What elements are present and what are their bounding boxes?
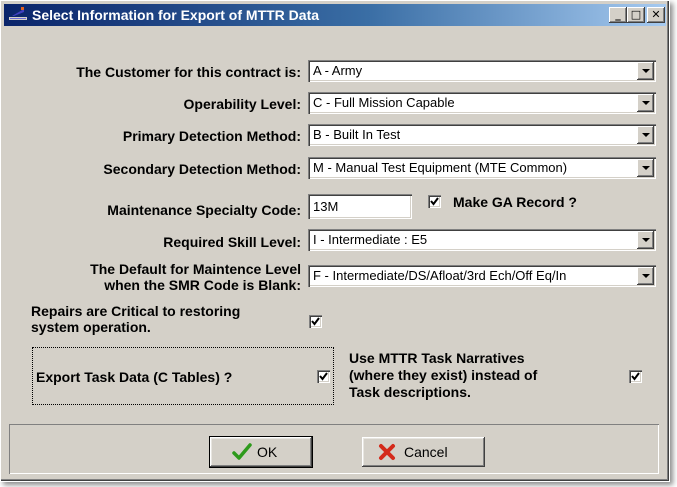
ok-button[interactable]: OK <box>209 436 313 468</box>
primary-detection-label: Primary Detection Method: <box>122 128 301 144</box>
secondary-detection-value: M - Manual Test Equipment (MTE Common) <box>313 160 568 175</box>
chevron-down-icon[interactable] <box>637 62 654 80</box>
chevron-down-icon[interactable] <box>637 159 654 177</box>
skill-level-label: Required Skill Level: <box>163 234 301 250</box>
use-narratives-label-line1: Use MTTR Task Narratives <box>349 350 525 366</box>
primary-detection-value: B - Built In Test <box>313 127 401 142</box>
minimize-button[interactable]: _ <box>609 7 627 23</box>
use-narratives-label-line3: Task descriptions. <box>349 384 471 400</box>
chevron-down-icon[interactable] <box>637 231 654 249</box>
operability-label: Operability Level: <box>183 96 301 112</box>
ok-label: OK <box>257 444 278 460</box>
customer-label: The Customer for this contract is: <box>76 64 301 80</box>
repairs-critical-label-line1: Repairs are Critical to restoring <box>31 303 241 319</box>
skill-level-value: I - Intermediate : E5 <box>313 232 428 247</box>
secondary-detection-label: Secondary Detection Method: <box>103 161 301 177</box>
window-title: Select Information for Export of MTTR Da… <box>32 7 320 23</box>
export-mttr-dialog: Select Information for Export of MTTR Da… <box>0 0 670 482</box>
button-panel <box>9 424 659 474</box>
repairs-critical-checkbox[interactable] <box>309 315 322 328</box>
red-x-icon <box>378 443 396 466</box>
title-bar[interactable]: Select Information for Export of MTTR Da… <box>4 4 666 26</box>
use-narratives-label-line2: (where they exist) instead of <box>349 367 538 383</box>
secondary-detection-select[interactable]: M - Manual Test Equipment (MTE Common) <box>308 157 656 179</box>
customer-select[interactable]: A - Army <box>308 60 656 82</box>
maximize-button[interactable]: □ <box>627 7 645 23</box>
checkmark-icon <box>319 372 328 381</box>
operability-select[interactable]: C - Full Mission Capable <box>308 92 656 114</box>
close-button[interactable]: ✕ <box>647 7 665 23</box>
export-task-label: Export Task Data (C Tables) ? <box>36 369 233 385</box>
primary-detection-select[interactable]: B - Built In Test <box>308 124 656 146</box>
checkmark-icon <box>232 443 252 466</box>
make-ga-checkbox[interactable] <box>428 195 441 208</box>
specialty-code-value: 13M <box>313 199 339 214</box>
checkmark-icon <box>631 372 640 381</box>
default-maint-select[interactable]: F - Intermediate/DS/Afloat/3rd Ech/Off E… <box>308 265 656 287</box>
chevron-down-icon[interactable] <box>637 126 654 144</box>
checkmark-icon <box>430 197 439 206</box>
checkmark-icon <box>311 317 320 326</box>
chevron-down-icon[interactable] <box>637 267 654 285</box>
skill-level-select[interactable]: I - Intermediate : E5 <box>308 229 656 251</box>
app-icon <box>9 7 27 23</box>
repairs-critical-label-line2: system operation. <box>31 319 151 335</box>
use-narratives-checkbox[interactable] <box>629 370 642 383</box>
default-maint-label-line1: The Default for Maintence Level <box>90 261 301 277</box>
default-maint-value: F - Intermediate/DS/Afloat/3rd Ech/Off E… <box>313 268 567 283</box>
specialty-code-label: Maintenance Specialty Code: <box>107 202 301 218</box>
export-task-checkbox[interactable] <box>317 370 330 383</box>
cancel-button[interactable]: Cancel <box>362 437 485 467</box>
customer-value: A - Army <box>313 63 363 78</box>
make-ga-label: Make GA Record ? <box>453 194 577 210</box>
default-maint-label-line2: when the SMR Code is Blank: <box>104 277 301 293</box>
specialty-code-input[interactable]: 13M <box>308 194 412 219</box>
cancel-label: Cancel <box>404 444 448 460</box>
operability-value: C - Full Mission Capable <box>313 95 455 110</box>
chevron-down-icon[interactable] <box>637 94 654 112</box>
